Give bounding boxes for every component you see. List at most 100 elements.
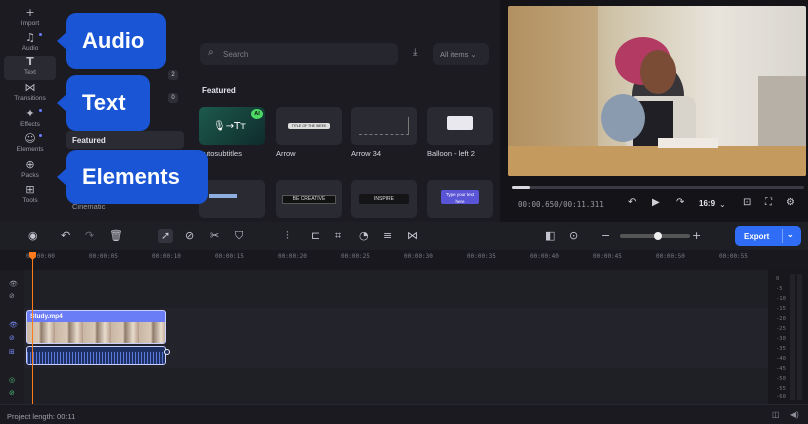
ruler-tick: 00:00:30 [404, 253, 433, 260]
volume-icon[interactable]: ◎ [9, 376, 15, 384]
tile-art-text: INSPIRE [359, 194, 409, 204]
rail-item-tools[interactable]: ⊞ Tools [4, 184, 56, 208]
zoom-slider-knob[interactable] [654, 232, 662, 240]
meter-bar-right [797, 274, 802, 400]
mask-icon[interactable]: ⛉ [235, 229, 243, 243]
speaker-icon[interactable]: ◀) [790, 410, 799, 419]
adjust-icon[interactable]: ≡ [383, 229, 392, 243]
rail-item-import[interactable]: + Import [4, 7, 56, 31]
eye-icon[interactable]: 👁 [9, 280, 18, 288]
speed-icon[interactable]: ◔ [359, 229, 369, 243]
left-rail: + Import ♫ Audio T Text ⋈ Transitions ✦ … [0, 0, 60, 222]
cut-icon[interactable]: ✂ [210, 229, 219, 243]
lock-icon[interactable]: ⊞ [9, 348, 15, 356]
meter-level-label: -5 [776, 286, 783, 292]
undo-icon[interactable]: ↶ [61, 229, 70, 243]
rail-item-elements[interactable]: ☺ Elements [4, 133, 56, 157]
link-icon[interactable]: ⊘ [9, 334, 15, 342]
rail-item-text[interactable]: T Text [4, 56, 56, 80]
timecode: 00:00.650/00:11.311 [518, 200, 604, 209]
caption-icon[interactable]: ⊏ [311, 229, 320, 243]
tile-text-preset[interactable] [199, 180, 265, 218]
mute-icon[interactable]: ◫ [772, 410, 780, 419]
snapshot-icon[interactable]: ⊡ [743, 197, 751, 208]
meter-level-label: -50 [776, 376, 786, 382]
rail-item-label: Text [24, 69, 36, 76]
category-featured[interactable]: Featured [66, 131, 184, 149]
tile-type-your-text[interactable]: Type your text here [427, 180, 493, 218]
music-note-icon: ♫ [25, 31, 35, 44]
video-preview[interactable] [508, 6, 806, 176]
meter-bar-left [790, 274, 795, 400]
zoom-out-icon[interactable]: − [601, 229, 610, 243]
playhead[interactable] [32, 254, 33, 404]
new-badge-dot [39, 134, 42, 137]
tile-balloon-left-2[interactable] [427, 107, 493, 145]
record-icon[interactable]: ◉ [28, 229, 38, 243]
tile-arrow[interactable]: TITLE OF THE WEEK [276, 107, 342, 145]
tile-inspire[interactable]: INSPIRE [351, 180, 417, 218]
crop-icon[interactable]: ⌗ [335, 229, 341, 243]
mute-icon[interactable]: ⊘ [185, 229, 194, 243]
step-back-icon[interactable]: ↶ [628, 197, 636, 208]
tile-autosubtitles[interactable]: 🎙→Tт AI [199, 107, 265, 145]
grid-icon: ⊞ [25, 183, 35, 196]
audio-waveform [27, 352, 165, 364]
audio-clip[interactable] [26, 346, 166, 365]
step-forward-icon[interactable]: ↷ [676, 197, 684, 208]
magnet-icon[interactable]: ⊙ [569, 229, 578, 243]
ruler-tick: 00:00:15 [215, 253, 244, 260]
clip-name: Study.mp4 [30, 313, 63, 320]
zoom-slider[interactable] [620, 232, 690, 240]
smiley-icon: ☺ [24, 132, 36, 145]
redo-icon[interactable]: ↷ [85, 229, 94, 243]
playback-progress-bar[interactable] [512, 186, 804, 189]
tile-be-creative[interactable]: BE CREATIVE [276, 180, 342, 218]
project-length: Project length: 00:11 [7, 412, 76, 421]
audio-wave-icon[interactable]: ⫶ [286, 229, 289, 243]
mic-to-text-icon: 🎙→Tт [213, 121, 247, 132]
download-icon[interactable]: ⤓ [413, 47, 417, 58]
divider [782, 229, 783, 243]
detach-audio-icon[interactable]: ◧ [545, 229, 555, 243]
zoom-in-icon[interactable]: + [692, 229, 701, 243]
rail-item-label: Packs [21, 172, 39, 179]
audio-level-meter: 0 -5 -10 -15 -20 -25 -30 -35 -40 -45 -50… [768, 270, 808, 404]
arrow-preview: TITLE OF THE WEEK [288, 123, 330, 129]
search-input[interactable]: ⌕ Search [200, 43, 398, 65]
featured-heading: Featured [202, 86, 236, 95]
tile-arrow-34[interactable] [351, 107, 417, 145]
rail-item-audio[interactable]: ♫ Audio [4, 32, 56, 56]
chevron-down-icon[interactable]: ⌄ [719, 200, 726, 209]
eye-icon[interactable]: 👁 [9, 321, 18, 329]
filter-dropdown[interactable]: All items ⌄ [433, 43, 489, 65]
select-cursor-icon[interactable]: ➚ [158, 229, 174, 243]
export-button[interactable]: Export ⌄ [735, 226, 801, 246]
rail-item-transitions[interactable]: ⋈ Transitions [4, 82, 56, 106]
callout-text: Text [57, 75, 150, 131]
tile-art-text: TITLE OF THE WEEK [291, 124, 327, 128]
preset-preview [209, 194, 237, 198]
fullscreen-icon[interactable]: ⛶ [765, 197, 772, 208]
chevron-down-icon[interactable]: ⌄ [787, 230, 794, 239]
tile-title: Arrow [276, 149, 296, 158]
gear-icon[interactable]: ⚙ [786, 197, 795, 208]
link-icon[interactable]: ⊘ [9, 389, 15, 397]
transitions-icon: ⋈ [24, 81, 36, 94]
delete-icon[interactable]: 🗑 [109, 229, 123, 243]
meter-level-label: -25 [776, 326, 786, 332]
track-audio[interactable] [24, 368, 768, 404]
rail-item-effects[interactable]: ✦ Effects [4, 108, 56, 132]
rail-item-label: Effects [20, 121, 40, 128]
transition-icon[interactable]: ⋈ [407, 229, 418, 243]
search-icon: ⌕ [208, 47, 214, 58]
ruler-tick: 00:00:05 [89, 253, 118, 260]
aspect-ratio-selector[interactable]: 16:9 [699, 199, 715, 208]
meter-level-label: -40 [776, 356, 786, 362]
rail-item-packs[interactable]: ⊕ Packs [4, 159, 56, 183]
track-empty-top[interactable] [24, 270, 768, 308]
link-icon[interactable]: ⊘ [9, 292, 15, 300]
play-icon[interactable]: ▶ [652, 197, 660, 208]
clip-trim-handle[interactable] [164, 349, 170, 355]
video-clip[interactable]: Study.mp4 [26, 310, 166, 344]
